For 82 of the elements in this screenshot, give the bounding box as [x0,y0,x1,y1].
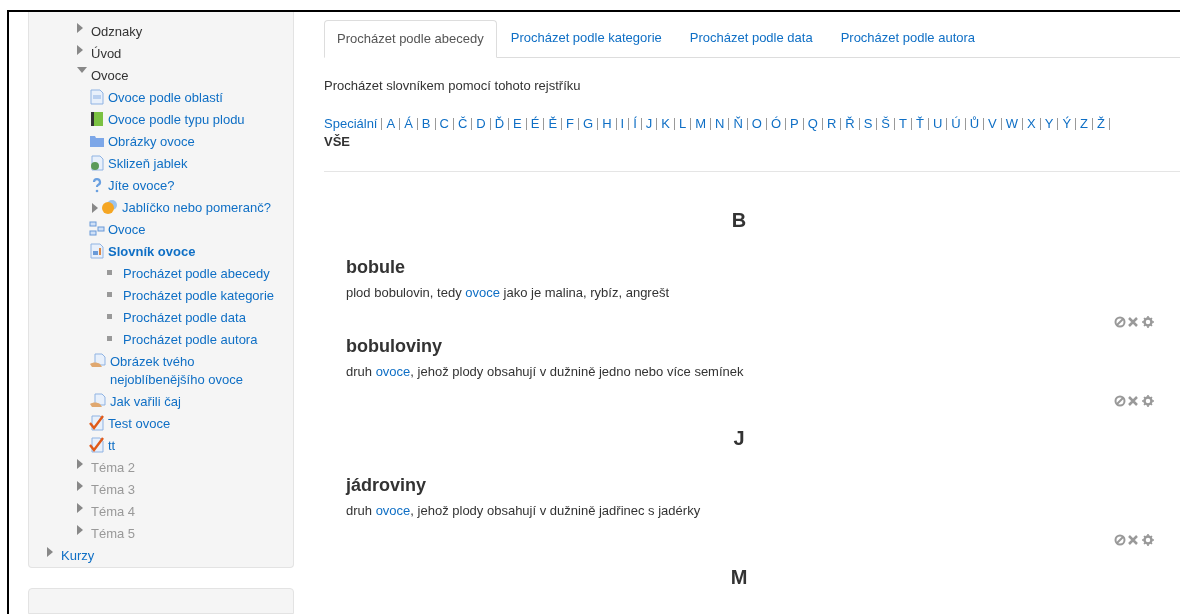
tab[interactable]: Procházet podle autora [826,19,990,57]
intro-text: Procházet slovníkem pomocí tohoto rejstříku [324,77,582,95]
tree-item[interactable]: Jíte ovoce? [108,177,175,195]
letter-link[interactable]: F [566,115,575,133]
letter-link[interactable]: L [678,115,687,133]
letter-link[interactable]: Í [633,115,637,133]
definition-text: plod bobulovin, tedy ovoce jako je malina, rybíz, angrešt [346,284,670,302]
tab[interactable]: Procházet podle data [675,19,827,57]
current-letter: VŠE [324,133,350,151]
letter-link[interactable]: A [386,115,396,133]
tree-item[interactable]: Jak vařili čaj [110,393,181,411]
letter-link[interactable]: Ť [915,115,924,133]
letter-link[interactable]: O [751,115,762,133]
tree-item[interactable]: Ovoce podle oblastí [108,89,223,107]
tree-item[interactable]: Test ovoce [108,415,171,433]
letter-link[interactable]: Z [1080,115,1088,133]
letter-link[interactable]: H [602,115,612,133]
letter-link[interactable]: Y [1044,115,1054,133]
letter-link[interactable]: G [583,115,594,133]
tree-item[interactable]: Slovník ovoce [108,243,196,261]
term-link[interactable]: ovoce [465,285,500,300]
letter-link[interactable]: I [620,115,625,133]
letter-link[interactable]: Ó [770,115,782,133]
tree-item[interactable]: Ovoce [108,221,146,239]
tree-item[interactable]: Odznaky [91,23,143,41]
letter-link[interactable]: N [715,115,725,133]
letter-link[interactable]: D [476,115,486,133]
tree-item[interactable]: Sklizeň jablek [108,155,188,173]
letter-link[interactable]: Ý [1062,115,1072,133]
tree-item[interactable]: tt [108,437,116,455]
tree-item[interactable]: Obrázky ovoce [108,133,195,151]
letter-link[interactable]: Č [457,115,468,133]
letter-link[interactable]: R [826,115,837,133]
letter-link[interactable]: Ě [548,115,558,133]
letter-link[interactable]: E [513,115,522,133]
letter-link[interactable]: W [1005,115,1019,133]
letter-link[interactable]: K [661,115,670,133]
tree-item[interactable]: Procházet podle data [123,309,246,327]
entry-term: bobuloviny [346,335,442,357]
tree-item[interactable]: Procházet podle autora [123,331,258,349]
tree-item[interactable]: Téma 3 [91,481,136,499]
tree-item[interactable]: Téma 4 [91,503,136,521]
letter-link[interactable]: Á [404,115,413,133]
letter-link[interactable]: S [863,115,873,133]
letter-link[interactable]: T [899,115,907,133]
letter-heading: J [733,426,745,450]
tree-item[interactable]: Úvod [91,45,122,63]
entry-term: jádroviny [346,474,427,496]
letter-link[interactable]: M [695,115,707,133]
definition-text: druh ovoce, jehož plody obsahují v dužnině jadřinec s jadérky [346,502,701,520]
tab[interactable]: Procházet podle abecedy [324,20,497,58]
definition-text: druh ovoce, jehož plody obsahují v dužnině jedno nebo více semínek [346,363,744,381]
tree-item[interactable]: Ovoce podle typu plodu [108,111,245,129]
letter-link[interactable]: Š [881,115,890,133]
letter-link[interactable]: X [1027,115,1036,133]
letter-heading: B [731,208,747,232]
tree-item[interactable]: Téma 2 [91,459,136,477]
letter-link[interactable]: C [439,115,449,133]
tree-item[interactable]: Procházet podle abecedy [123,265,270,283]
letter-link[interactable]: Ů [969,115,980,133]
tree-item[interactable]: Téma 5 [91,525,136,543]
letter-link[interactable]: J [645,115,653,133]
tree-item[interactable]: Jablíčko nebo pomeranč? [122,199,271,217]
letter-link[interactable]: Q [807,115,818,133]
tab[interactable]: Procházet podle kategorie [496,19,676,57]
entry-term: bobule [346,256,405,278]
letter-link[interactable]: P [790,115,799,133]
letter-link[interactable]: U [932,115,943,133]
tree-item[interactable]: Kurzy [61,547,95,565]
letter-link[interactable]: Ď [494,115,505,133]
tree-item[interactable]: Obrázek tvého nejoblíbenějšího ovoce [110,353,285,389]
letter-link[interactable]: É [530,115,540,133]
tree-item[interactable]: Ovoce [91,67,129,85]
letter-heading: M [730,565,748,589]
letter-link[interactable]: Ř [845,115,855,133]
letter-link[interactable]: Speciální [324,115,378,133]
letter-link[interactable]: Ú [951,115,961,133]
letter-link[interactable]: V [988,115,997,133]
letter-link[interactable]: Ň [733,115,743,133]
tree-item[interactable]: Procházet podle kategorie [123,287,275,305]
letter-link[interactable]: B [421,115,431,133]
letter-link[interactable]: Ž [1097,115,1105,133]
